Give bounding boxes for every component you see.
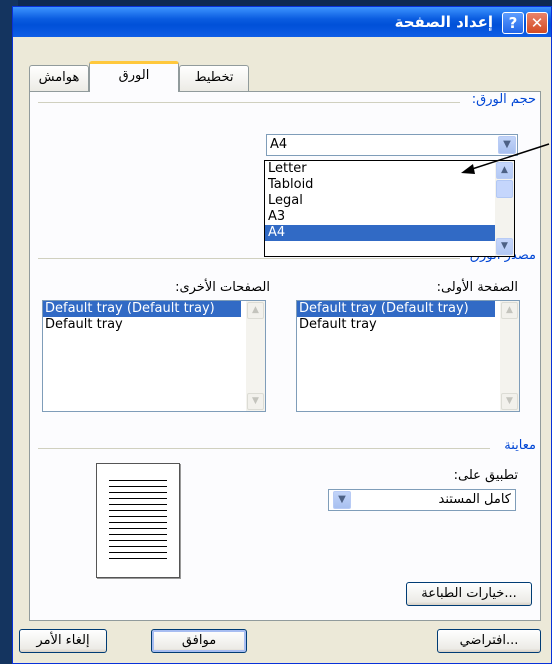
preview-group-label: معاينة [504, 438, 536, 453]
tab-strip: هوامش الورق تخطيط [29, 61, 539, 92]
scroll-up-icon[interactable]: ▲ [501, 302, 518, 319]
chevron-down-icon[interactable]: ▼ [333, 491, 351, 509]
list-item[interactable]: A3 [265, 209, 495, 225]
other-pages-list[interactable]: Default tray (Default tray) Default tray… [42, 300, 266, 412]
scroll-down-icon[interactable]: ▼ [501, 393, 518, 410]
other-pages-label: الصفحات الأخرى: [175, 280, 270, 295]
list-scrollbar[interactable]: ▲ ▼ [246, 301, 265, 411]
page-preview-image [96, 463, 180, 578]
group-divider [38, 448, 490, 449]
pointer-arrow-icon [461, 143, 550, 174]
scroll-down-icon[interactable]: ▼ [496, 238, 513, 255]
first-page-label: الصفحة الأولى: [436, 280, 518, 295]
scroll-down-icon[interactable]: ▼ [247, 393, 264, 410]
group-divider [38, 102, 460, 103]
help-button[interactable]: ? [502, 12, 524, 34]
list-item[interactable]: Default tray (Default tray) [43, 301, 241, 317]
tab-paper[interactable]: الورق [89, 61, 179, 92]
ok-button[interactable]: موافق [151, 629, 247, 653]
group-divider [38, 258, 460, 259]
title-bar[interactable]: ✕ ? إعداد الصفحة [13, 7, 551, 37]
close-button[interactable]: ✕ [526, 12, 548, 34]
default-button[interactable]: افتراضي... [437, 629, 541, 653]
list-item[interactable]: Default tray [297, 317, 519, 333]
list-item[interactable]: Default tray [43, 317, 265, 333]
tab-margins[interactable]: هوامش [29, 65, 89, 91]
scroll-up-icon[interactable]: ▲ [247, 302, 264, 319]
page-setup-dialog: ✕ ? إعداد الصفحة هوامش الورق تخطيط حجم ا… [12, 6, 552, 664]
print-options-button[interactable]: خيارات الطباعة... [406, 582, 532, 606]
apply-to-select[interactable]: كامل المستند ▼ [328, 489, 516, 511]
tab-layout[interactable]: تخطيط [179, 65, 249, 91]
list-item[interactable]: Legal [265, 193, 495, 209]
cancel-button[interactable]: إلغاء الأمر [19, 629, 107, 653]
dialog-title: إعداد الصفحة [394, 13, 493, 31]
paper-size-group-label: حجم الورق: [471, 92, 536, 107]
apply-to-label: تطبيق على: [453, 468, 518, 483]
first-page-list[interactable]: Default tray (Default tray) Default tray… [296, 300, 520, 412]
scroll-thumb[interactable] [496, 180, 513, 198]
apply-to-value: كامل المستند [438, 492, 511, 507]
list-item-selected[interactable]: A4 [265, 225, 495, 241]
list-scrollbar[interactable]: ▲ ▼ [500, 301, 519, 411]
list-item[interactable]: Default tray (Default tray) [297, 301, 495, 317]
